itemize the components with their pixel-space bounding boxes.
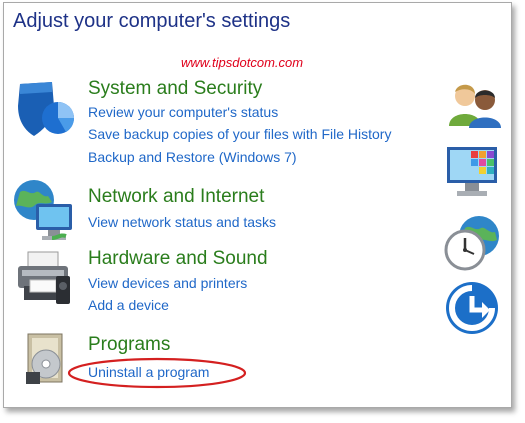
link-review-status[interactable]: Review your computer's status: [88, 104, 278, 120]
highlight-ellipse: [67, 357, 247, 389]
link-backup-restore[interactable]: Backup and Restore (Windows 7): [88, 149, 297, 165]
category-network-and-internet[interactable]: Network and Internet: [88, 186, 264, 208]
category-programs[interactable]: Programs: [88, 334, 170, 356]
network-icon: [14, 180, 72, 240]
shield-icon: [18, 82, 75, 136]
link-file-history[interactable]: Save backup copies of your files with Fi…: [88, 126, 391, 142]
appearance-icon[interactable]: [445, 143, 501, 199]
link-network-status[interactable]: View network status and tasks: [88, 214, 276, 230]
user-accounts-icon[interactable]: [447, 82, 503, 128]
ease-of-access-icon[interactable]: [444, 280, 500, 336]
printer-icon: [18, 251, 70, 304]
programs-icon: [26, 333, 63, 384]
category-system-and-security[interactable]: System and Security: [88, 78, 262, 100]
clock-region-icon[interactable]: [443, 214, 501, 272]
page-title: Adjust your computer's settings: [13, 10, 291, 32]
link-add-device[interactable]: Add a device: [88, 297, 169, 313]
watermark-text: www.tipsdotcom.com: [181, 55, 304, 70]
category-hardware-and-sound[interactable]: Hardware and Sound: [88, 248, 268, 270]
link-devices-printers[interactable]: View devices and printers: [88, 275, 247, 291]
